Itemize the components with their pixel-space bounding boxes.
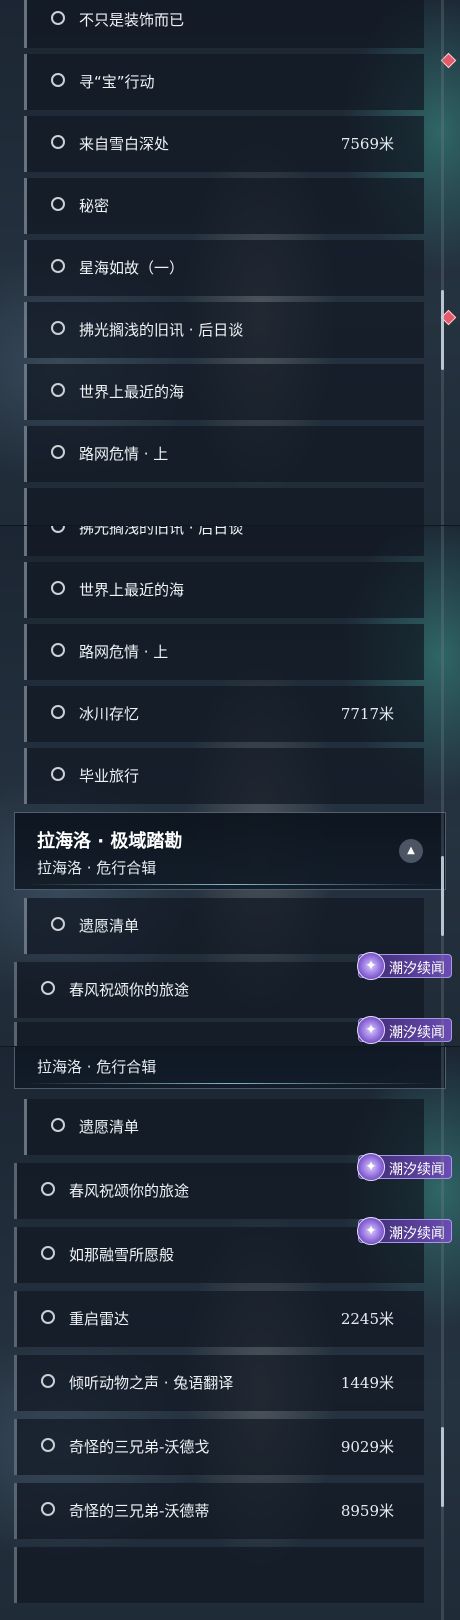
quest-title: 拂光搁浅的旧讯 · 后日谈 xyxy=(79,526,244,537)
quest-distance: 7717米 xyxy=(340,705,394,723)
quest-row[interactable]: 星海如故（一） xyxy=(24,240,424,296)
quest-distance: 8959米 xyxy=(340,1502,394,1520)
quest-title: 重启雷达 xyxy=(69,1310,130,1328)
scrollbar-track[interactable] xyxy=(441,526,444,1046)
quest-title: 奇怪的三兄弟-沃德蒂 xyxy=(69,1502,210,1520)
quest-row[interactable]: 路网危情 · 上 xyxy=(24,426,424,482)
quest-row[interactable]: 寻“宝”行动 xyxy=(24,54,424,110)
quest-title: 路网危情 · 上 xyxy=(79,445,169,463)
tide-story-icon: ✦ xyxy=(357,1016,385,1044)
circle-outline-icon xyxy=(51,581,65,595)
tide-story-icon: ✦ xyxy=(357,1153,385,1181)
quest-row[interactable]: 遗愿清单 xyxy=(24,898,424,954)
quest-title: 冰川存忆 xyxy=(79,705,140,723)
region-title: 拉海洛 · 极域踏勘 xyxy=(37,831,183,852)
scrollbar-track[interactable] xyxy=(441,1047,444,1620)
quest-title: 拂光搁浅的旧讯 · 后日谈 xyxy=(79,321,244,339)
quest-row[interactable]: 遗愿清单 xyxy=(24,1099,424,1155)
quest-title: 来自雪白深处 xyxy=(79,135,170,153)
circle-outline-icon xyxy=(51,73,65,87)
quest-list-panel-3: 拉海洛 · 危行合辑 ▲ 遗愿清单 春风祝颂你的旅途 ✦ 潮汐续闻 如那融雪所愿… xyxy=(0,1047,460,1620)
quest-row[interactable]: 秘密 xyxy=(24,178,424,234)
region-subtitle: 拉海洛 · 危行合辑 xyxy=(37,1058,157,1076)
quest-title: 不只是装饰而已 xyxy=(79,11,185,29)
circle-outline-icon xyxy=(51,917,65,931)
quest-row[interactable]: 世界上最近的海 xyxy=(24,562,424,618)
circle-outline-icon xyxy=(51,135,65,149)
quest-title: 倾听动物之声 · 兔语翻译 xyxy=(69,1374,234,1392)
circle-outline-icon xyxy=(41,1182,55,1196)
badge-label: 潮汐续闻 xyxy=(389,961,445,977)
quest-title: 春风祝颂你的旅途 xyxy=(69,981,190,999)
quest-distance: 9029米 xyxy=(340,1438,394,1456)
tide-story-badge: ✦ 潮汐续闻 xyxy=(357,1217,452,1245)
quest-row[interactable]: 奇怪的三兄弟-沃德戈 9029米 xyxy=(14,1419,424,1475)
quest-title: 遗愿清单 xyxy=(79,917,140,935)
quest-title: 奇怪的三兄弟-沃德戈 xyxy=(69,1438,210,1456)
quest-distance: 7569米 xyxy=(340,135,394,153)
quest-title: 世界上最近的海 xyxy=(79,581,185,599)
quest-title: 路网危情 · 上 xyxy=(79,643,169,661)
circle-outline-icon xyxy=(51,197,65,211)
quest-distance: 2245米 xyxy=(340,1310,394,1328)
circle-outline-icon xyxy=(41,1246,55,1260)
quest-row[interactable]: 重启雷达 2245米 xyxy=(14,1291,424,1347)
circle-outline-icon xyxy=(51,705,65,719)
quest-title: 毕业旅行 xyxy=(79,767,140,785)
circle-outline-icon xyxy=(51,445,65,459)
quest-row[interactable]: 冰川存忆 7717米 xyxy=(24,686,424,742)
tide-story-icon: ✦ xyxy=(357,952,385,980)
quest-row[interactable]: 来自雪白深处 7569米 xyxy=(24,116,424,172)
badge-label: 潮汐续闻 xyxy=(389,1162,445,1178)
quest-title: 如那融雪所愿般 xyxy=(69,1246,175,1264)
circle-outline-icon xyxy=(41,1502,55,1516)
circle-outline-icon xyxy=(51,259,65,273)
quest-distance: 1449米 xyxy=(340,1374,394,1392)
badge-label: 潮汐续闻 xyxy=(389,1025,445,1041)
quest-row[interactable]: 毕业旅行 xyxy=(24,748,424,804)
tide-story-badge: ✦ 潮汐续闻 xyxy=(357,1153,452,1181)
scrollbar-thumb[interactable] xyxy=(441,856,444,936)
tide-story-icon: ✦ xyxy=(357,1217,385,1245)
chevron-up-icon[interactable]: ▲ xyxy=(399,839,423,863)
tide-story-badge: ✦ 潮汐续闻 xyxy=(357,1016,452,1044)
tide-story-badge: ✦ 潮汐续闻 xyxy=(357,952,452,980)
circle-outline-icon xyxy=(51,321,65,335)
scrollbar-thumb[interactable] xyxy=(441,1427,444,1507)
quest-title: 春风祝颂你的旅途 xyxy=(69,1182,190,1200)
circle-outline-icon xyxy=(51,383,65,397)
circle-outline-icon xyxy=(51,1118,65,1132)
circle-outline-icon xyxy=(41,1310,55,1324)
quest-row[interactable]: 不只是装饰而已 xyxy=(24,0,424,48)
quest-title: 秘密 xyxy=(79,197,110,215)
quest-title: 寻“宝”行动 xyxy=(79,73,155,91)
quest-row[interactable]: 世界上最近的海 xyxy=(24,364,424,420)
circle-outline-icon xyxy=(41,1374,55,1388)
quest-list-panel-2: 拂光搁浅的旧讯 · 后日谈 世界上最近的海 路网危情 · 上 冰川存忆 7717… xyxy=(0,526,460,1046)
badge-label: 潮汐续闻 xyxy=(389,1226,445,1242)
quest-row-partial[interactable] xyxy=(24,488,424,525)
quest-title: 星海如故（一） xyxy=(79,259,185,277)
circle-outline-icon xyxy=(41,1438,55,1452)
circle-outline-icon xyxy=(51,767,65,781)
quest-row[interactable]: 奇怪的三兄弟-沃德蒂 8959米 xyxy=(14,1483,424,1539)
quest-row[interactable]: 路网危情 · 上 xyxy=(24,624,424,680)
circle-outline-icon xyxy=(51,11,65,25)
quest-list-panel-1: 不只是装饰而已 寻“宝”行动 来自雪白深处 7569米 秘密 星海如故（一） 拂… xyxy=(0,0,460,525)
scrollbar-thumb[interactable] xyxy=(441,290,444,370)
quest-row-partial[interactable]: 拂光搁浅的旧讯 · 后日谈 xyxy=(24,526,424,556)
region-header[interactable]: 拉海洛 · 极域踏勘 拉海洛 · 危行合辑 ▲ xyxy=(14,812,446,890)
region-subtitle: 拉海洛 · 危行合辑 xyxy=(37,859,157,877)
quest-title: 遗愿清单 xyxy=(79,1118,140,1136)
quest-row[interactable]: 倾听动物之声 · 兔语翻译 1449米 xyxy=(14,1355,424,1411)
quest-row[interactable]: 拂光搁浅的旧讯 · 后日谈 xyxy=(24,302,424,358)
circle-outline-icon xyxy=(41,981,55,995)
quest-title: 世界上最近的海 xyxy=(79,383,185,401)
scrollbar-track[interactable] xyxy=(441,0,444,525)
circle-outline-icon xyxy=(51,643,65,657)
circle-outline-icon xyxy=(51,526,65,533)
region-header[interactable]: 拉海洛 · 危行合辑 ▲ xyxy=(14,1047,446,1089)
quest-row-partial[interactable] xyxy=(14,1547,424,1603)
